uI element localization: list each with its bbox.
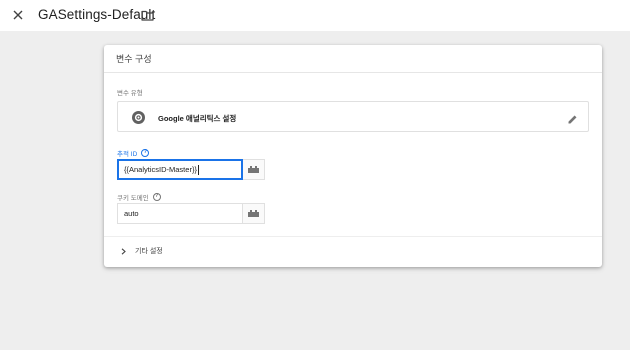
variable-picker-icon [248, 166, 259, 173]
more-settings-label: 기타 설정 [135, 248, 163, 255]
variable-config-card: 변수 구성 변수 유형 Google 애널리틱스 설정 추적 ID ? {{An… [104, 45, 602, 267]
chevron-right-icon [121, 247, 126, 255]
variable-picker-icon [248, 210, 259, 217]
variable-type-label: 변수 유형 [117, 90, 143, 97]
tracking-id-label: 추적 ID [117, 151, 138, 158]
tracking-id-value: {{AnalyticsID-Master}} [124, 165, 197, 174]
card-title: 변수 구성 [104, 45, 602, 73]
more-settings-toggle[interactable]: 기타 설정 [121, 244, 163, 258]
divider [104, 236, 602, 237]
cookie-domain-value: auto [124, 209, 139, 218]
gear-icon [132, 111, 145, 124]
top-bar: GASettings-Default [0, 0, 630, 31]
tracking-id-label-row: 추적 ID ? [117, 148, 150, 158]
close-button[interactable] [11, 8, 25, 22]
tracking-id-variable-picker[interactable] [243, 159, 265, 180]
help-icon[interactable]: ? [152, 193, 161, 201]
cookie-domain-label-row: 쿠키 도메인 ? [117, 192, 161, 202]
cookie-domain-label: 쿠키 도메인 [117, 195, 149, 202]
cookie-domain-variable-picker[interactable] [243, 203, 265, 224]
folder-icon [141, 10, 154, 21]
help-icon[interactable]: ? [141, 149, 150, 157]
pencil-icon[interactable] [567, 112, 578, 124]
folder-button[interactable] [141, 8, 155, 21]
page-title[interactable]: GASettings-Default [38, 7, 155, 22]
cookie-domain-input[interactable]: auto [117, 203, 243, 224]
variable-type-selector[interactable]: Google 애널리틱스 설정 [117, 101, 589, 132]
variable-type-value: Google 애널리틱스 설정 [158, 114, 237, 123]
close-icon [13, 10, 23, 20]
text-cursor [197, 164, 199, 175]
tracking-id-input[interactable]: {{AnalyticsID-Master}} [117, 159, 243, 180]
